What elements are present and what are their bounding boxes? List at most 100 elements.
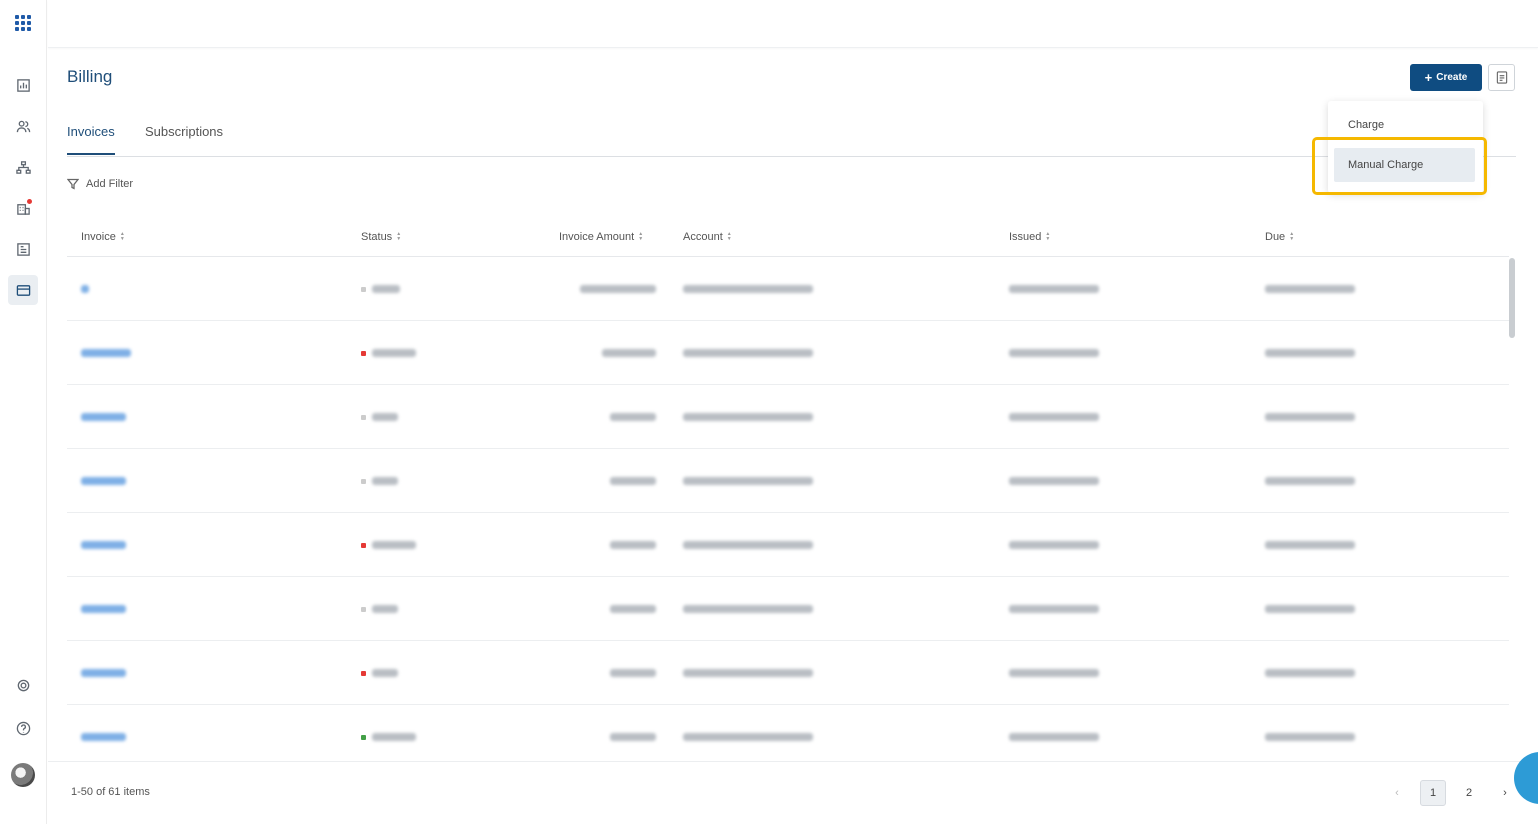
amount-cell [610, 412, 656, 422]
invoice-link[interactable] [81, 412, 126, 422]
prev-page-button[interactable]: ‹ [1384, 780, 1410, 806]
filter-icon [67, 178, 79, 190]
invoice-link[interactable] [81, 540, 126, 550]
highlight-box [1312, 137, 1487, 195]
invoice-link[interactable] [81, 348, 131, 358]
top-bar [48, 0, 1538, 48]
column-header-invoice[interactable]: Invoice ▲ ▼ [81, 231, 125, 243]
table-header: Invoice ▲ ▼ Status ▲ ▼ Invoice Amount ▲ ▼ Acco… [67, 217, 1509, 257]
tab-subscriptions[interactable]: Subscriptions [145, 124, 223, 153]
status-cell [361, 668, 398, 678]
account-cell [683, 476, 813, 486]
amount-cell [580, 284, 656, 294]
table-row[interactable] [67, 641, 1509, 705]
due-cell [1265, 284, 1355, 294]
column-label: Due [1265, 231, 1286, 243]
status-cell [361, 348, 416, 358]
table-row[interactable] [67, 705, 1509, 769]
status-indicator [361, 734, 366, 740]
account-cell [683, 284, 813, 294]
column-header-account[interactable]: Account ▲ ▼ [683, 231, 732, 243]
account-cell [683, 604, 813, 614]
issued-cell [1009, 732, 1099, 742]
due-cell [1265, 348, 1355, 358]
invoice-link[interactable] [81, 604, 126, 614]
table-body [67, 257, 1509, 769]
status-cell [361, 284, 400, 294]
column-label: Invoice [81, 231, 116, 243]
pagination: ‹ 1 2 › [1384, 780, 1518, 806]
table-footer: 1-50 of 61 items ‹ 1 2 › [48, 761, 1538, 824]
page-title: Billing [67, 67, 113, 86]
issued-cell [1009, 348, 1099, 358]
export-button[interactable] [1488, 64, 1515, 91]
page-1-button[interactable]: 1 [1420, 780, 1446, 806]
column-header-issued[interactable]: Issued ▲ ▼ [1009, 231, 1050, 243]
avatar[interactable] [11, 763, 35, 787]
add-filter-label: Add Filter [86, 178, 134, 190]
column-header-due[interactable]: Due ▲ ▼ [1265, 231, 1294, 243]
apps-grid-icon[interactable] [8, 8, 38, 38]
due-cell [1265, 668, 1355, 678]
sort-icon: ▲ ▼ [726, 231, 732, 242]
invoice-link[interactable] [81, 668, 126, 678]
sort-icon: ▲ ▼ [1045, 231, 1051, 242]
amount-cell [610, 668, 656, 678]
due-cell [1265, 540, 1355, 550]
items-count: 1-50 of 61 items [71, 786, 150, 798]
issued-cell [1009, 412, 1099, 422]
users-icon[interactable] [8, 111, 38, 141]
dashboard-icon[interactable] [8, 70, 38, 100]
amount-cell [610, 540, 656, 550]
status-indicator [361, 670, 366, 676]
page-2-button[interactable]: 2 [1456, 780, 1482, 806]
column-header-invoice-amount[interactable]: Invoice Amount ▲ ▼ [559, 231, 643, 243]
account-cell [683, 540, 813, 550]
status-indicator [361, 478, 366, 484]
tab-invoices[interactable]: Invoices [67, 124, 115, 155]
table-row[interactable] [67, 321, 1509, 385]
account-cell [683, 668, 813, 678]
amount-cell [610, 604, 656, 614]
sort-icon: ▲ ▼ [119, 231, 125, 242]
column-label: Invoice Amount [559, 231, 635, 243]
billing-icon[interactable] [8, 275, 38, 305]
add-filter-button[interactable]: Add Filter [67, 178, 133, 190]
amount-cell [602, 348, 656, 358]
hierarchy-icon[interactable] [8, 152, 38, 182]
table-row[interactable] [67, 513, 1509, 577]
status-cell [361, 604, 398, 614]
table-scrollbar[interactable] [1509, 258, 1515, 338]
column-header-status[interactable]: Status ▲ ▼ [361, 231, 401, 243]
issued-cell [1009, 604, 1099, 614]
status-cell [361, 476, 398, 486]
status-cell [361, 412, 398, 422]
help-icon[interactable] [8, 713, 38, 743]
status-indicator [361, 286, 366, 292]
sort-icon: ▲ ▼ [638, 231, 644, 242]
column-label: Account [683, 231, 723, 243]
issued-cell [1009, 284, 1099, 294]
column-label: Status [361, 231, 393, 243]
create-button[interactable]: + Create [1410, 64, 1482, 91]
status-cell [361, 732, 416, 742]
table-row[interactable] [67, 385, 1509, 449]
sidebar [0, 0, 47, 824]
table-row[interactable] [67, 577, 1509, 641]
invoice-link[interactable] [81, 284, 89, 294]
invoice-link[interactable] [81, 476, 126, 486]
sort-icon: ▲ ▼ [396, 231, 402, 242]
status-indicator [361, 350, 366, 356]
buildings-icon[interactable] [8, 193, 38, 223]
issued-cell [1009, 476, 1099, 486]
issued-cell [1009, 668, 1099, 678]
document-icon [1496, 71, 1507, 84]
invoice-link[interactable] [81, 732, 126, 742]
account-cell [683, 348, 813, 358]
table-row[interactable] [67, 257, 1509, 321]
notification-dot [27, 199, 32, 204]
table-row[interactable] [67, 449, 1509, 513]
settings-icon[interactable] [8, 670, 38, 700]
due-cell [1265, 732, 1355, 742]
reports-icon[interactable] [8, 234, 38, 264]
